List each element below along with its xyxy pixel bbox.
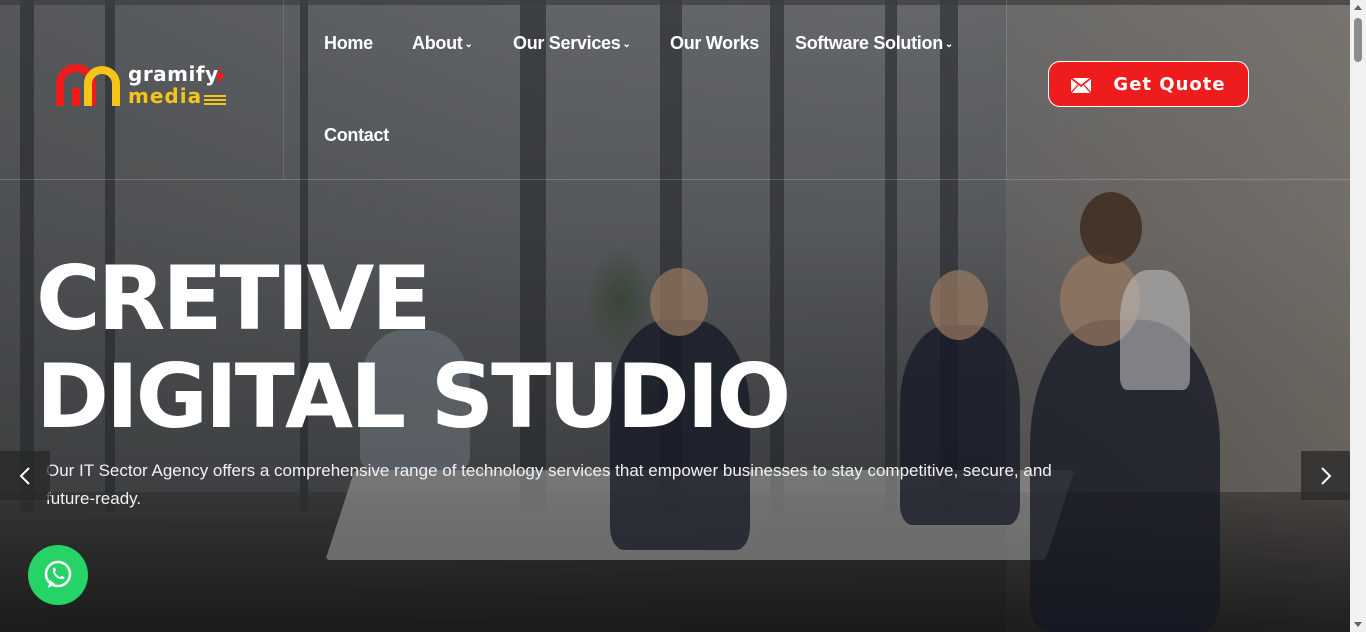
slider-next-button[interactable] <box>1301 451 1351 500</box>
whatsapp-button[interactable] <box>28 545 88 605</box>
hero-title-line1: CRETIVE <box>36 247 431 350</box>
get-quote-button[interactable]: Get Quote <box>1048 61 1249 107</box>
page-scrollbar[interactable] <box>1350 0 1366 632</box>
logo-lines-icon <box>204 95 226 105</box>
hero-description: Our IT Sector Agency offers a comprehens… <box>46 461 1052 508</box>
logo-text-gramify: gramify <box>128 62 219 86</box>
scroll-up-arrow-icon[interactable] <box>1354 5 1362 10</box>
chevron-left-icon <box>19 466 30 485</box>
nav-item-label: Our Works <box>670 33 759 53</box>
get-quote-label: Get Quote <box>1113 73 1226 95</box>
nav-item-software-solution[interactable]: Software Solution ⌄ <box>795 33 953 54</box>
nav-item-home[interactable]: Home <box>324 33 373 54</box>
chevron-right-icon <box>1321 466 1332 485</box>
slider-prev-button[interactable] <box>0 451 50 500</box>
chevron-down-icon: ⌄ <box>944 38 953 50</box>
nav-item-label: Contact <box>324 125 389 145</box>
logo-bolt-icon <box>215 66 225 88</box>
nav-item-our-services[interactable]: Our Services ⌄ <box>513 33 631 54</box>
site-header: gramify media Home About ⌄ Our Services ⌄ … <box>0 0 1366 180</box>
nav-item-label: Home <box>324 33 373 53</box>
nav-item-label: Software Solution <box>795 33 943 53</box>
hero-title-line2: DIGITAL STUDIO <box>36 345 791 448</box>
header-divider <box>1006 0 1007 180</box>
mail-icon <box>1070 76 1092 93</box>
scrollbar-thumb[interactable] <box>1354 18 1362 62</box>
whatsapp-icon <box>44 560 72 588</box>
nav-item-our-works[interactable]: Our Works <box>670 33 759 54</box>
nav-item-about[interactable]: About ⌄ <box>412 33 473 54</box>
nav-item-contact[interactable]: Contact <box>324 125 389 146</box>
nav-item-label: Our Services <box>513 33 621 53</box>
nav-item-label: About <box>412 33 463 53</box>
header-divider <box>283 0 284 180</box>
chevron-down-icon: ⌄ <box>622 38 631 50</box>
hero-title: CRETIVE DIGITAL STUDIO <box>36 247 791 448</box>
chevron-down-icon: ⌄ <box>464 38 473 50</box>
scroll-down-arrow-icon[interactable] <box>1354 622 1362 627</box>
logo-mark-icon <box>56 62 124 108</box>
